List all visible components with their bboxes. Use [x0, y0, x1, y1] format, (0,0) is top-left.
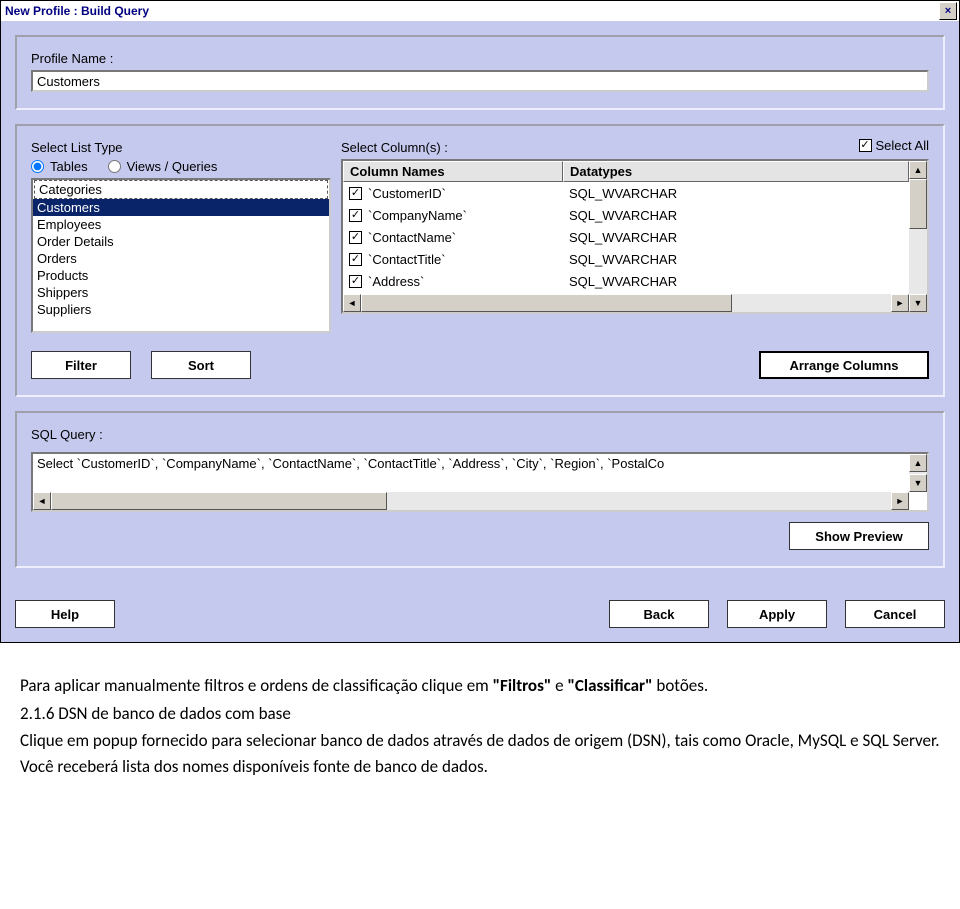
datatype-cell: SQL_WVARCHAR: [563, 186, 909, 201]
doc-l1a: Para aplicar manualmente filtros e orden…: [20, 675, 493, 696]
profile-name-input[interactable]: [31, 70, 929, 92]
table-row[interactable]: ✓ `Address` SQL_WVARCHAR: [343, 270, 909, 292]
sql-panel: SQL Query : Select `CustomerID`, `Compan…: [15, 411, 945, 568]
grid-header: Column Names Datatypes: [343, 161, 909, 182]
datatype-cell: SQL_WVARCHAR: [563, 230, 909, 245]
window-title: New Profile : Build Query: [5, 4, 149, 18]
apply-button[interactable]: Apply: [727, 600, 827, 628]
scroll-left-icon[interactable]: ◄: [33, 492, 51, 510]
back-button[interactable]: Back: [609, 600, 709, 628]
header-column-names[interactable]: Column Names: [343, 161, 563, 182]
radio-views-input[interactable]: [108, 160, 121, 173]
datatype-cell: SQL_WVARCHAR: [563, 252, 909, 267]
scroll-up-icon[interactable]: ▲: [909, 454, 927, 472]
window-body: Profile Name : Select List Type Tables: [1, 21, 959, 596]
table-row[interactable]: ✓ `CustomerID` SQL_WVARCHAR: [343, 182, 909, 204]
hscroll-thumb[interactable]: [361, 294, 732, 312]
column-name-cell: `ContactTitle`: [368, 252, 446, 267]
filter-sort-row: Filter Sort Arrange Columns: [31, 351, 929, 379]
sql-textarea[interactable]: Select `CustomerID`, `CompanyName`, `Con…: [31, 452, 929, 512]
select-all-checkbox[interactable]: ✓: [859, 139, 872, 152]
scroll-down-icon[interactable]: ▼: [909, 474, 927, 492]
build-query-window: New Profile : Build Query × Profile Name…: [0, 0, 960, 643]
doc-l1b: "Filtros": [493, 675, 552, 696]
scroll-right-icon[interactable]: ►: [891, 294, 909, 312]
cancel-button[interactable]: Cancel: [845, 600, 945, 628]
columns-section: Select Column(s) : ✓ Select All Column N…: [341, 140, 929, 314]
list-item[interactable]: Order Details: [33, 233, 329, 250]
row-checkbox[interactable]: ✓: [349, 275, 362, 288]
help-button[interactable]: Help: [15, 600, 115, 628]
grid-vscroll[interactable]: ▲ ▼: [909, 161, 927, 312]
list-item[interactable]: Employees: [33, 216, 329, 233]
sql-hscroll[interactable]: ◄ ►: [33, 492, 909, 510]
list-item[interactable]: Suppliers: [33, 301, 329, 318]
row-checkbox[interactable]: ✓: [349, 187, 362, 200]
radio-tables-input[interactable]: [31, 160, 44, 173]
doc-l3: Clique em popup fornecido para seleciona…: [20, 728, 940, 779]
sql-text: Select `CustomerID`, `CompanyName`, `Con…: [37, 456, 664, 471]
radio-tables[interactable]: Tables: [31, 159, 88, 174]
filter-button[interactable]: Filter: [31, 351, 131, 379]
document-text: Para aplicar manualmente filtros e orden…: [0, 643, 960, 789]
column-name-cell: `ContactName`: [368, 230, 456, 245]
header-datatypes[interactable]: Datatypes: [563, 161, 909, 182]
list-item[interactable]: Categories: [34, 180, 328, 199]
footer-buttons: Help Back Apply Cancel: [1, 596, 959, 642]
table-row[interactable]: ✓ `ContactName` SQL_WVARCHAR: [343, 226, 909, 248]
profile-name-label: Profile Name :: [31, 51, 929, 66]
sql-label: SQL Query :: [31, 427, 929, 442]
arrange-columns-button[interactable]: Arrange Columns: [759, 351, 929, 379]
hscroll-thumb[interactable]: [51, 492, 387, 510]
column-name-cell: `CustomerID`: [368, 186, 446, 201]
radio-views[interactable]: Views / Queries: [108, 159, 218, 174]
scroll-down-icon[interactable]: ▼: [909, 294, 927, 312]
row-checkbox[interactable]: ✓: [349, 209, 362, 222]
list-item[interactable]: Shippers: [33, 284, 329, 301]
row-checkbox[interactable]: ✓: [349, 231, 362, 244]
list-item[interactable]: Orders: [33, 250, 329, 267]
tables-listbox[interactable]: CategoriesCustomersEmployeesOrder Detail…: [31, 178, 331, 333]
doc-l1c: e: [551, 675, 567, 696]
row-checkbox[interactable]: ✓: [349, 253, 362, 266]
doc-l1e: botões.: [653, 675, 709, 696]
list-item[interactable]: Products: [33, 267, 329, 284]
column-name-cell: `Address`: [368, 274, 424, 289]
scroll-left-icon[interactable]: ◄: [343, 294, 361, 312]
close-icon[interactable]: ×: [939, 2, 957, 20]
vscroll-thumb[interactable]: [909, 179, 927, 229]
list-type-label: Select List Type: [31, 140, 331, 155]
doc-l1d: "Classificar": [567, 675, 652, 696]
scroll-right-icon[interactable]: ►: [891, 492, 909, 510]
table-row[interactable]: ✓ `ContactTitle` SQL_WVARCHAR: [343, 248, 909, 270]
list-item[interactable]: Customers: [33, 199, 329, 216]
titlebar[interactable]: New Profile : Build Query ×: [1, 1, 959, 21]
scroll-up-icon[interactable]: ▲: [909, 161, 927, 179]
columns-label: Select Column(s) :: [341, 140, 929, 155]
table-row[interactable]: ✓ `CompanyName` SQL_WVARCHAR: [343, 204, 909, 226]
sort-button[interactable]: Sort: [151, 351, 251, 379]
grid-hscroll[interactable]: ◄ ►: [343, 294, 909, 312]
radio-views-label: Views / Queries: [127, 159, 218, 174]
doc-l2: 2.1.6 DSN de banco de dados com base: [20, 701, 940, 727]
datatype-cell: SQL_WVARCHAR: [563, 274, 909, 289]
select-all[interactable]: ✓ Select All: [859, 138, 929, 153]
radio-tables-label: Tables: [50, 159, 88, 174]
profile-panel: Profile Name :: [15, 35, 945, 110]
list-type-section: Select List Type Tables Views / Queries …: [31, 140, 331, 333]
sql-vscroll[interactable]: ▲ ▼: [909, 454, 927, 492]
list-columns-panel: Select List Type Tables Views / Queries …: [15, 124, 945, 397]
columns-grid[interactable]: Column Names Datatypes ✓ `CustomerID` SQL_…: [341, 159, 929, 314]
select-all-label: Select All: [876, 138, 929, 153]
datatype-cell: SQL_WVARCHAR: [563, 208, 909, 223]
column-name-cell: `CompanyName`: [368, 208, 467, 223]
show-preview-button[interactable]: Show Preview: [789, 522, 929, 550]
